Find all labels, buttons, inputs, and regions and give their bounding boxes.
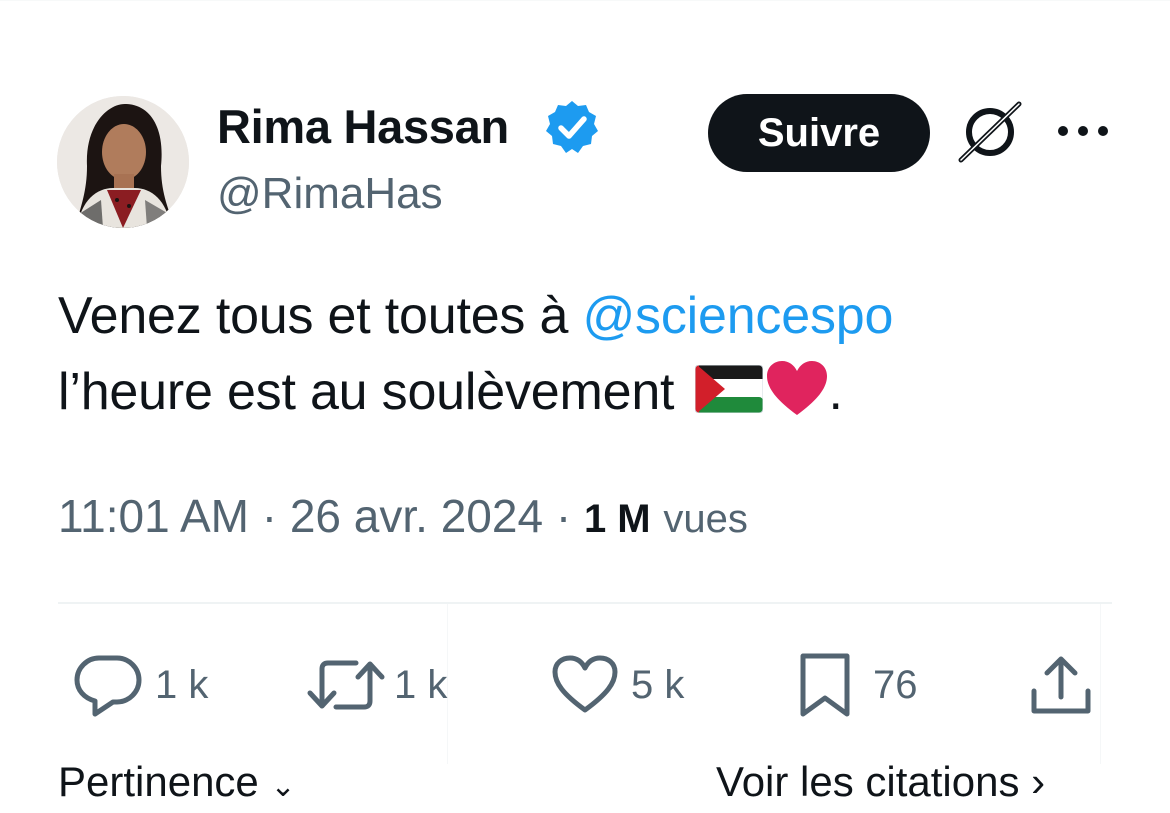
views-count: 1 M	[583, 497, 651, 541]
bookmark-icon	[800, 653, 850, 717]
column-separator	[1100, 604, 1101, 764]
like-count: 5 k	[631, 663, 685, 707]
verified-badge-icon	[546, 101, 598, 153]
meta-separator: ·	[248, 490, 290, 542]
tweet-meta: 11:01 AM · 26 avr. 2024 · 1 M vues	[58, 487, 748, 548]
follow-button[interactable]: Suivre	[708, 94, 930, 172]
tweet-text-trailing: .	[828, 363, 843, 421]
avatar-image	[57, 96, 189, 228]
retweet-count: 1 k	[394, 663, 448, 707]
reply-button[interactable]: 1 k	[73, 645, 208, 725]
share-button[interactable]	[1028, 645, 1094, 725]
palestine-flag-emoji	[694, 365, 763, 413]
tweet-date[interactable]: 26 avr. 2024	[290, 490, 543, 542]
tweet-text-part2: l’heure est au soulèvement	[58, 363, 689, 421]
more-options-icon[interactable]	[1055, 116, 1111, 146]
like-button[interactable]: 5 k	[551, 645, 684, 725]
quotes-label: Voir les citations	[716, 758, 1020, 805]
tweet-text-part1: Venez tous et toutes à	[58, 287, 583, 345]
actions-divider	[58, 602, 1112, 604]
retweet-icon	[307, 660, 385, 710]
chevron-down-icon: ⌄	[270, 770, 296, 803]
chevron-right-icon: ›	[1031, 758, 1046, 805]
sort-dropdown[interactable]: Pertinence ⌄	[58, 756, 296, 813]
bookmark-count: 76	[873, 663, 918, 707]
heart-icon	[552, 655, 618, 713]
meta-separator-2: ·	[543, 490, 584, 542]
tweet-text: Venez tous et toutes à @sciencespo l’heu…	[58, 278, 1118, 430]
mention-link[interactable]: @sciencespo	[582, 287, 893, 345]
red-heart-emoji	[766, 361, 827, 415]
retweet-button[interactable]: 1 k	[306, 645, 447, 725]
reply-count: 1 k	[155, 663, 209, 707]
avatar[interactable]	[57, 96, 189, 228]
bookmark-button[interactable]: 76	[795, 645, 918, 725]
grok-icon[interactable]	[955, 100, 1025, 164]
user-handle[interactable]: @RimaHas	[217, 167, 443, 221]
views-label: vues	[663, 497, 748, 541]
display-name[interactable]: Rima Hassan	[217, 99, 509, 155]
top-divider	[0, 0, 1170, 1]
reply-icon	[74, 655, 142, 717]
share-icon	[1031, 656, 1091, 714]
sort-label: Pertinence	[58, 758, 259, 805]
view-quotes-link[interactable]: Voir les citations ›	[716, 756, 1045, 808]
tweet-time[interactable]: 11:01 AM	[58, 490, 249, 542]
